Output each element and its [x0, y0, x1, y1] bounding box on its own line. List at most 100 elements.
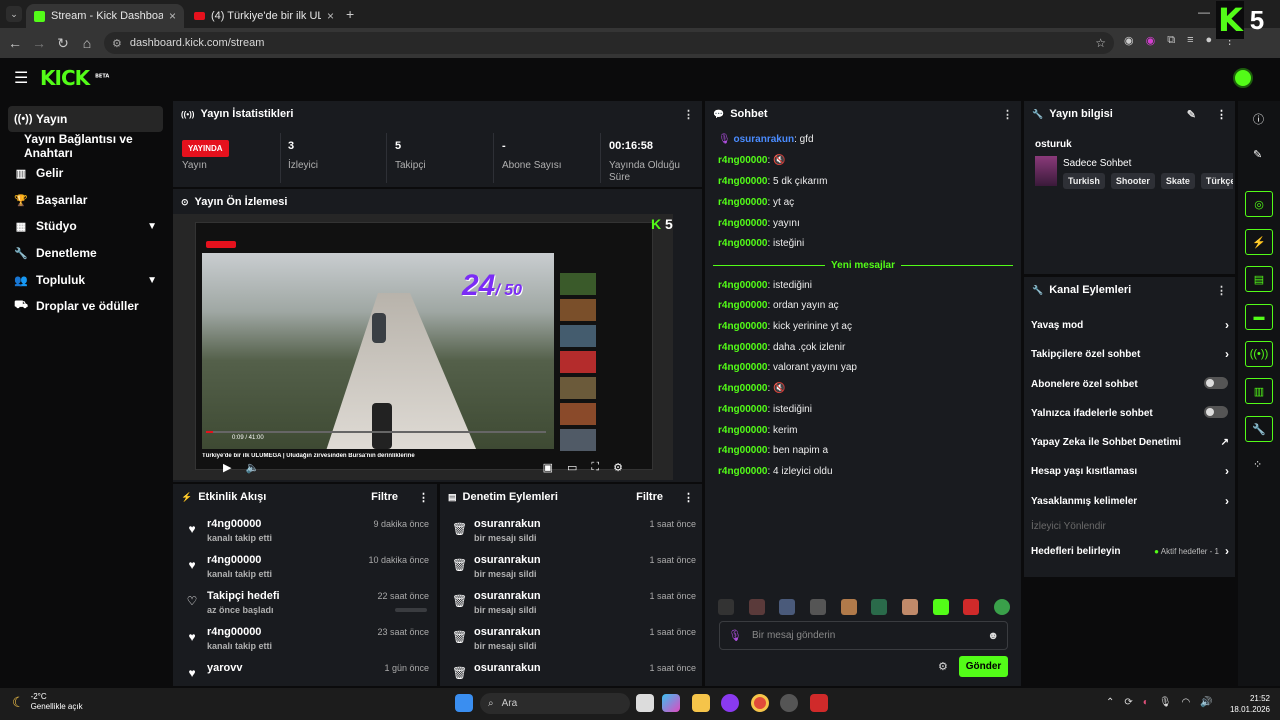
settings-gear-icon[interactable]: ⚙ [613, 461, 623, 474]
sidebar-item-droplar[interactable]: ⛟ Droplar ve ödüller [8, 293, 163, 319]
chat-username[interactable]: r4ng00000 [718, 155, 767, 166]
more-options-icon[interactable]: ⋮ [1002, 108, 1013, 121]
chat-message[interactable]: r4ng00000: 4 izleyici oldu [718, 466, 833, 477]
reload-icon[interactable]: ↻ [51, 35, 75, 52]
sidebar-item-denetleme[interactable]: 🔧 Denetleme [8, 240, 163, 266]
rail-preview-button[interactable]: ◎ [1245, 191, 1273, 217]
chat-username[interactable]: r4ng00000 [718, 176, 767, 187]
emote-icon[interactable] [748, 599, 765, 615]
chat-username[interactable]: r4ng00000 [718, 404, 767, 415]
activity-row[interactable]: ♥ r4ng00000 kanalı takip etti 10 dakika … [181, 552, 433, 586]
tab-search-button[interactable]: ⌄ [6, 6, 22, 22]
chat-message[interactable]: r4ng00000: isteğini [718, 238, 804, 249]
more-options-icon[interactable]: ⋮ [1216, 108, 1227, 121]
channel-action-slow-mode[interactable]: Yavaş mod › [1031, 317, 1229, 333]
moderation-row[interactable]: 🗑 osuranrakun 1 saat önce [448, 660, 700, 684]
edit-layout-icon[interactable]: ✎ [1253, 148, 1262, 161]
site-info-icon[interactable]: ⚙ [112, 37, 122, 50]
volume-icon[interactable]: 🔈 [245, 461, 259, 474]
activity-row[interactable]: ♥ yarovv 1 gün önce [181, 660, 433, 684]
fullscreen-icon[interactable]: ⛶ [591, 461, 599, 474]
chat-username[interactable]: r4ng00000 [718, 383, 767, 394]
tag[interactable]: Shooter [1110, 173, 1155, 189]
chat-settings-gear-icon[interactable]: ⚙ [938, 660, 948, 673]
more-options-icon[interactable]: ⋮ [683, 108, 694, 121]
chrome-icon[interactable] [751, 694, 769, 712]
moderation-row[interactable]: 🗑 osuranrakun bir mesajı sildi 1 saat ön… [448, 588, 700, 622]
kick-logo[interactable]: KICK BETA [40, 66, 109, 90]
minimize-window-button[interactable]: — [1198, 5, 1210, 19]
windows-start-icon[interactable] [455, 694, 473, 712]
app-tray-icon[interactable]: ◐ [1143, 697, 1149, 708]
rail-stats-button[interactable]: ((•)) [1245, 341, 1273, 367]
emote-icon[interactable] [901, 599, 918, 615]
app-icon[interactable] [780, 694, 798, 712]
filter-button[interactable]: Filtre [371, 491, 398, 503]
chat-username[interactable]: r4ng00000 [718, 425, 767, 436]
tag[interactable]: Skate [1160, 173, 1195, 189]
info-icon[interactable]: ⓘ [1253, 111, 1264, 127]
weather-widget[interactable]: ☾ -2°C Genellikle açık [12, 692, 83, 712]
more-options-icon[interactable]: ⋮ [418, 491, 429, 504]
chat-message[interactable]: r4ng00000: kerim [718, 425, 798, 436]
app-icon[interactable] [810, 694, 828, 712]
address-bar[interactable]: ⚙ dashboard.kick.com/stream ☆ [104, 32, 1114, 54]
task-view-icon[interactable] [636, 694, 654, 712]
filter-button[interactable]: Filtre [636, 491, 663, 503]
category-name[interactable]: Sadece Sohbet [1063, 158, 1131, 169]
chat-username[interactable]: r4ng00000 [718, 362, 767, 373]
close-tab-icon[interactable]: × [169, 9, 176, 23]
sidebar-item-stream-key[interactable]: Yayın Bağlantısı ve Anahtarı [24, 132, 170, 160]
volume-icon[interactable]: 🔊 [1200, 697, 1212, 708]
chat-username[interactable]: r4ng00000 [718, 218, 767, 229]
emotes-only-toggle[interactable] [1204, 406, 1228, 418]
microphone-icon[interactable]: 🎙 [1159, 697, 1172, 708]
edit-pencil-icon[interactable]: ✎ [1187, 108, 1196, 121]
browser-tab-youtube[interactable]: (4) Türkiye'de bir ilk ULUMEGA × [186, 4, 342, 28]
chat-username[interactable]: r4ng00000 [718, 445, 767, 456]
channel-action-followers-only[interactable]: Takipçilere özel sohbet › [1031, 346, 1229, 362]
chat-username[interactable]: r4ng00000 [718, 321, 767, 332]
emote-icon[interactable] [932, 599, 949, 615]
sidebar-item-studyo[interactable]: ▦ Stüdyo ▼ [8, 213, 163, 239]
activity-row[interactable]: ♡ Takipçi hedefi az önce başladı 22 saat… [181, 588, 433, 622]
chat-message[interactable]: r4ng00000: yayını [718, 218, 800, 229]
chat-message[interactable]: r4ng00000: 🔇 [718, 155, 786, 166]
chat-message[interactable]: r4ng00000: ordan yayın aç [718, 300, 839, 311]
chat-username[interactable]: r4ng00000 [718, 280, 767, 291]
channel-action-goals[interactable]: Hedefleri belirleyin ● Aktif hedefler - … [1031, 543, 1229, 559]
activity-row[interactable]: ♥ r4ng00000 kanalı takip etti 23 saat ön… [181, 624, 433, 658]
tag[interactable]: Türkçe [1200, 173, 1233, 189]
sidebar-item-basarilar[interactable]: 🏆 Başarılar [8, 187, 163, 213]
sync-icon[interactable]: ⟳ [1124, 697, 1132, 708]
emote-icon[interactable] [779, 599, 796, 615]
moderation-row[interactable]: 🗑 osuranrakun bir mesajı sildi 1 saat ön… [448, 624, 700, 658]
emote-icon[interactable] [718, 599, 734, 615]
user-avatar[interactable] [1233, 68, 1253, 88]
more-options-icon[interactable]: ⋮ [1216, 284, 1227, 297]
new-tab-button[interactable]: + [346, 6, 354, 22]
chat-username[interactable]: r4ng00000 [718, 342, 767, 353]
rail-actions-button[interactable]: 🔧 [1245, 416, 1273, 442]
emote-icon[interactable] [871, 599, 888, 615]
send-button[interactable]: Gönder [959, 656, 1008, 677]
chat-message[interactable]: r4ng00000: yt aç [718, 197, 794, 208]
emote-icon[interactable] [840, 599, 857, 615]
theater-icon[interactable]: ▭ [567, 461, 577, 474]
pip-icon[interactable]: ▣ [543, 461, 553, 474]
sidebar-item-gelir[interactable]: ▥ Gelir [8, 160, 163, 186]
rail-info-button[interactable]: ▥ [1245, 378, 1273, 404]
sidebar-item-yayin[interactable]: ((•)) Yayın [8, 106, 163, 132]
tag[interactable]: Turkish [1063, 173, 1105, 189]
chat-message[interactable]: r4ng00000: istediğini [718, 404, 812, 415]
rail-moderation-button[interactable]: ▤ [1245, 266, 1273, 292]
moderation-row[interactable]: 🗑 osuranrakun bir mesajı sildi 1 saat ön… [448, 516, 700, 550]
chat-message[interactable]: r4ng00000: kick yerinine yt aç [718, 321, 852, 332]
chat-username[interactable]: r4ng00000 [718, 466, 767, 477]
clock[interactable]: 21:52 18.01.2026 [1226, 693, 1270, 715]
puzzle-icon[interactable]: ⧉ [1167, 34, 1175, 47]
activity-row[interactable]: ♥ r4ng00000 kanalı takip etti 9 dakika ö… [181, 516, 433, 550]
add-widget-icon[interactable]: ⁘ [1253, 458, 1262, 471]
moderation-row[interactable]: 🗑 osuranrakun bir mesajı sildi 1 saat ön… [448, 552, 700, 586]
wifi-icon[interactable]: ◠ [1182, 697, 1191, 708]
